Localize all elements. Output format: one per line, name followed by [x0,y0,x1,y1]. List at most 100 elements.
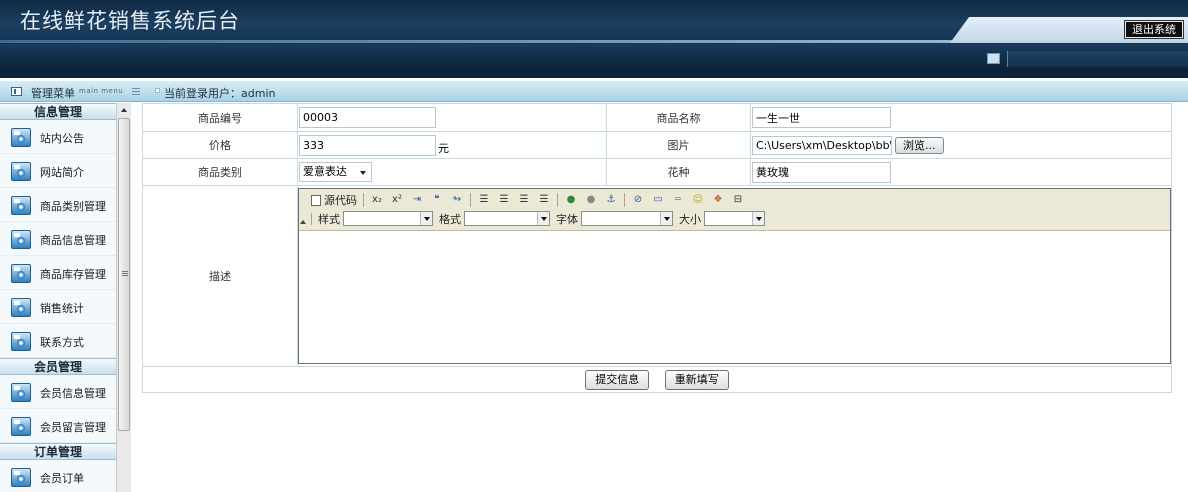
reset-button[interactable]: 重新填写 [664,369,729,390]
category-selected-value: 爱意表达 [303,165,347,178]
sidebar-item-label: 联系方式 [40,336,84,349]
variety-input[interactable] [752,161,891,183]
source-code-label: 源代码 [324,194,357,207]
font-combo[interactable] [581,211,673,226]
align-center-icon[interactable]: ☰ [497,193,511,207]
source-code-button[interactable]: 源代码 [311,192,357,208]
chevron-down-icon [420,212,432,225]
sidebar-menu: 信息管理 站内公告 网站简介 商品类别管理 商品信息管理 商品库存管理 销售统计… [0,103,116,492]
user-square-icon [155,88,160,93]
sidebar-item-sales-stats[interactable]: 销售统计 [0,290,116,324]
editor-content-area[interactable] [299,231,1170,363]
form-table: 商品编号 商品名称 价格 元 图片 浏览... 商品类别 爱意表达 花种 描述 [142,103,1172,393]
smiley-icon[interactable]: ☺ [691,193,705,207]
horizontal-rule-icon[interactable]: ═ [671,193,685,207]
sidebar-item-label: 会员订单 [40,472,84,485]
category-label: 商品类别 [142,158,298,186]
unlink-icon[interactable]: ● [584,193,598,207]
sidebar-item-category-mgmt[interactable]: 商品类别管理 [0,188,116,222]
toolbar-separator [624,193,625,207]
variety-label: 花种 [606,158,751,186]
format-label: 格式 [439,212,461,226]
chevron-down-icon [360,171,366,175]
image-path-input[interactable] [752,135,892,155]
link-icon[interactable]: ● [564,193,578,207]
menu-strip: 管理菜单 main menu 当前登录用户：admin [0,81,1188,102]
price-input[interactable] [299,134,436,156]
sidebar-item-member-orders[interactable]: 会员订单 [0,460,116,492]
sidebar-scrollbar[interactable] [116,103,131,492]
name-input[interactable] [752,107,891,128]
sidebar-item-announcement[interactable]: 站内公告 [0,120,116,154]
gear-window-icon [11,162,31,181]
sidebar-item-product-mgmt[interactable]: 商品信息管理 [0,222,116,256]
size-combo[interactable] [704,211,765,226]
category-select[interactable]: 爱意表达 [299,162,372,182]
sidebar: 信息管理 站内公告 网站简介 商品类别管理 商品信息管理 商品库存管理 销售统计… [0,103,131,492]
superscript-icon[interactable]: x² [390,193,404,207]
sidebar-group-member[interactable]: 会员管理 [0,358,116,375]
anchor-icon[interactable]: ⚓ [604,193,618,207]
menu-toggle-icon[interactable] [11,87,22,96]
align-justify-icon[interactable]: ☰ [537,193,551,207]
toolbar-separator [557,193,558,207]
toolbar-separator [311,212,312,225]
special-char-icon[interactable]: ❖ [711,193,725,207]
create-div-icon[interactable]: ↬ [450,193,464,207]
image-label: 图片 [606,131,751,159]
sidebar-item-stock-mgmt[interactable]: 商品库存管理 [0,256,116,290]
menu-label: 管理菜单 [31,87,75,100]
scroll-up-icon[interactable] [119,105,130,116]
browse-button[interactable]: 浏览... [895,136,944,154]
style-combo[interactable] [343,211,433,226]
toolbar-separator [363,193,364,207]
submit-button[interactable]: 提交信息 [585,369,650,390]
price-label: 价格 [142,131,298,159]
form-actions: 提交信息 重新填写 [142,366,1172,393]
blockquote-icon[interactable]: ❝ [430,193,444,207]
style-label: 样式 [318,212,340,226]
gear-window-icon [11,332,31,351]
gear-window-icon [11,468,31,487]
collapse-toolbar-icon[interactable] [300,220,306,224]
price-unit: 元 [438,141,449,155]
desc-label: 描述 [142,185,298,367]
collapse-menu-icon[interactable] [132,88,140,95]
current-user-text: 当前登录用户：admin [164,87,276,100]
table-icon[interactable]: ▭ [651,193,665,207]
editor-toolbar: 源代码 x₂ x² ⇥ ❝ ↬ ☰ ☰ ☰ ☰ ● ● ⚓ ⊘ ▭ ═ ☺ ❖ … [299,189,1170,231]
page-break-icon[interactable]: ⊟ [731,193,745,207]
toolbar-separator [470,193,471,207]
sidebar-item-member-messages[interactable]: 会员留言管理 [0,409,116,443]
page-icon [311,194,321,206]
code-input[interactable] [299,107,436,128]
chevron-down-icon [537,212,549,225]
align-left-icon[interactable]: ☰ [477,193,491,207]
flash-icon[interactable]: ⊘ [631,193,645,207]
gear-window-icon [11,383,31,402]
gear-window-icon [11,298,31,317]
subscript-icon[interactable]: x₂ [370,193,384,207]
sidebar-item-label: 会员信息管理 [40,387,106,400]
sidebar-item-label: 站内公告 [40,132,84,145]
align-right-icon[interactable]: ☰ [517,193,531,207]
size-label: 大小 [679,212,701,226]
sidebar-item-site-intro[interactable]: 网站简介 [0,154,116,188]
sidebar-item-label: 网站简介 [40,166,84,179]
code-label: 商品编号 [142,103,298,132]
name-label: 商品名称 [606,103,751,132]
indent-icon[interactable]: ⇥ [410,193,424,207]
format-combo[interactable] [464,211,550,226]
sidebar-item-contact[interactable]: 联系方式 [0,324,116,358]
sidebar-group-info[interactable]: 信息管理 [0,103,116,120]
scrollbar-thumb[interactable] [118,118,130,431]
logout-button[interactable]: 退出系统 [1124,20,1184,39]
sidebar-item-label: 会员留言管理 [40,421,106,434]
gear-window-icon [11,264,31,283]
monitor-icon[interactable] [987,53,1000,64]
grip-icon [122,271,128,276]
chevron-down-icon [660,212,672,225]
sidebar-group-order[interactable]: 订单管理 [0,443,116,460]
sidebar-item-member-info[interactable]: 会员信息管理 [0,375,116,409]
gear-window-icon [11,230,31,249]
